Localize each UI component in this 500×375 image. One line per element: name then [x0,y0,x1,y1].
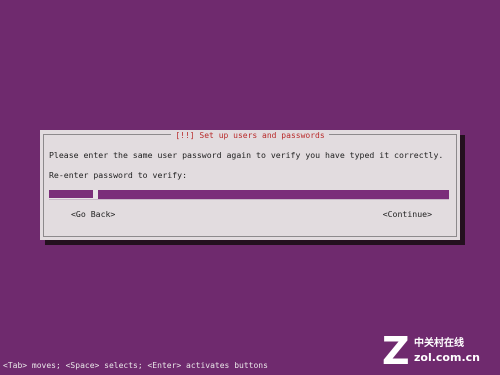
password-verify-field[interactable]: ********* [49,190,449,200]
keyboard-help-bar: <Tab> moves; <Space> selects; <Enter> ac… [3,361,268,370]
dialog-title: [!!] Set up users and passwords [44,131,456,140]
text-cursor [93,190,99,199]
prompt-label: Re-enter password to verify: [49,170,188,180]
instruction-text: Please enter the same user password agai… [49,150,444,160]
password-dialog: [!!] Set up users and passwords Please e… [40,130,460,240]
zol-watermark: Z 中关村在线 zol.com.cn [382,329,492,373]
watermark-name: 中关村在线 [414,338,464,349]
watermark-url: zol.com.cn [414,351,480,364]
go-back-button[interactable]: <Go Back> [71,210,115,219]
continue-button[interactable]: <Continue> [383,210,432,219]
dialog-title-text: [!!] Set up users and passwords [171,131,329,140]
zol-logo-icon: Z [382,329,410,373]
password-mask: ********* [49,198,94,199]
